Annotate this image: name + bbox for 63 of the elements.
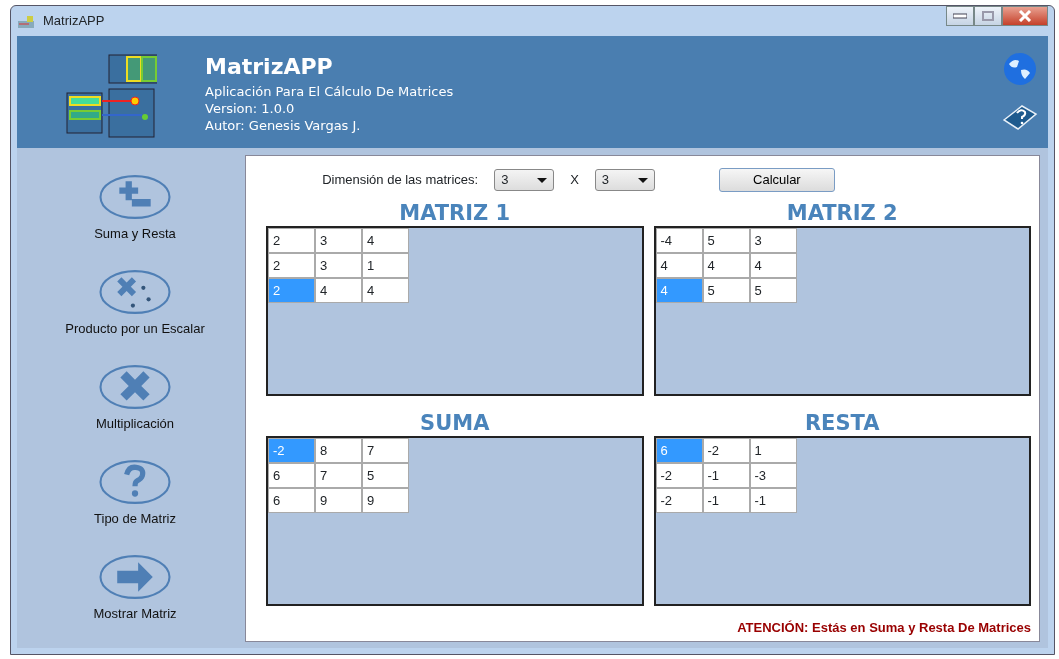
sidebar-menu-item[interactable]: Suma y Resta xyxy=(94,173,176,244)
header-info-text: Aplicación Para El Cálculo De Matrices xyxy=(205,83,455,100)
minimize-icon xyxy=(953,13,967,19)
matrix-cell[interactable]: -4 xyxy=(655,228,703,253)
matrix-cell[interactable]: 4 xyxy=(749,253,797,278)
matrix-cell[interactable]: 9 xyxy=(362,487,409,513)
matrix-cell[interactable]: 2 xyxy=(268,253,315,278)
matrix-cell[interactable]: 5 xyxy=(749,278,797,303)
matrix-cell[interactable]: 4 xyxy=(702,253,750,278)
window-title: MatrizAPP xyxy=(43,12,105,31)
sidebar-menu-item[interactable]: Producto por un Escalar xyxy=(65,268,205,339)
app-title: MatrizAPP xyxy=(205,53,334,81)
maximize-icon xyxy=(982,11,994,21)
columns-dropdown[interactable]: 3 xyxy=(594,169,655,191)
dropdown-caret-icon xyxy=(637,177,648,183)
matrix-title: RESTA xyxy=(803,409,881,436)
matrix-cell[interactable]: 4 xyxy=(362,228,409,253)
header-info-text: Version: 1.0.0 xyxy=(205,100,296,117)
matrix-cell[interactable]: 5 xyxy=(702,278,750,303)
multiply-icon xyxy=(97,363,173,410)
matrix-cell[interactable]: 5 xyxy=(362,462,409,488)
matrix-title: MATRIZ 2 xyxy=(785,200,899,226)
status-message: ATENCIÓN: Estás en Suma y Resta De Matrices xyxy=(736,618,1031,637)
matrix-cell[interactable]: 8 xyxy=(315,437,362,463)
question-icon xyxy=(97,458,173,505)
matrix-cell[interactable]: 7 xyxy=(315,462,362,488)
matrix-cell[interactable]: 7 xyxy=(362,437,409,463)
matrix-title: SUMA xyxy=(419,409,491,436)
calculate-button[interactable]: Calcular xyxy=(718,168,835,192)
matrix-title: MATRIZ 1 xyxy=(398,200,512,226)
matrix-cell[interactable]: -2 xyxy=(702,437,750,463)
scalar-icon xyxy=(97,268,173,315)
sidebar-menu-item[interactable]: Tipo de Matriz xyxy=(94,458,176,529)
rows-dropdown[interactable]: 3 xyxy=(494,169,555,191)
matrix-cell[interactable]: 2 xyxy=(268,228,315,253)
matrix-cell[interactable]: 4 xyxy=(362,278,409,303)
sidebar-menu-item[interactable]: Mostrar Matriz xyxy=(93,553,177,624)
globe-icon[interactable] xyxy=(1003,52,1037,86)
matrix-cell[interactable]: 1 xyxy=(749,437,797,463)
header-info-text: Autor: Genesis Vargas J. xyxy=(205,117,362,134)
close-button[interactable] xyxy=(1002,6,1048,26)
sidebar-menu-item[interactable]: Multiplicación xyxy=(95,363,174,434)
maximize-button[interactable] xyxy=(974,6,1002,26)
matrix-cell[interactable]: 4 xyxy=(315,278,362,303)
matrix-cell[interactable]: 9 xyxy=(315,487,362,513)
matrix-cell[interactable]: 3 xyxy=(315,253,362,278)
help-book-icon[interactable] xyxy=(1002,102,1038,132)
dimension-separator: X xyxy=(570,171,579,190)
plus-minus-icon xyxy=(97,173,173,220)
close-icon xyxy=(1018,10,1032,22)
dimension-label: Dimensión de las matrices: xyxy=(322,171,479,190)
matrix-cell[interactable]: 6 xyxy=(268,462,315,488)
matrix-cell[interactable]: 1 xyxy=(362,253,409,278)
dropdown-caret-icon xyxy=(537,177,548,183)
minimize-button[interactable] xyxy=(946,6,974,26)
matrix-cell[interactable]: 6 xyxy=(268,487,315,513)
matrix-cell[interactable]: 3 xyxy=(749,228,797,253)
matrix-cell[interactable]: -2 xyxy=(655,462,703,488)
matrix-cell[interactable]: 3 xyxy=(315,228,362,253)
matrix-cell[interactable]: 4 xyxy=(655,253,703,278)
matrix-cell[interactable]: 5 xyxy=(702,228,750,253)
app-icon xyxy=(17,14,35,29)
matrix-cell[interactable]: -2 xyxy=(655,487,703,513)
